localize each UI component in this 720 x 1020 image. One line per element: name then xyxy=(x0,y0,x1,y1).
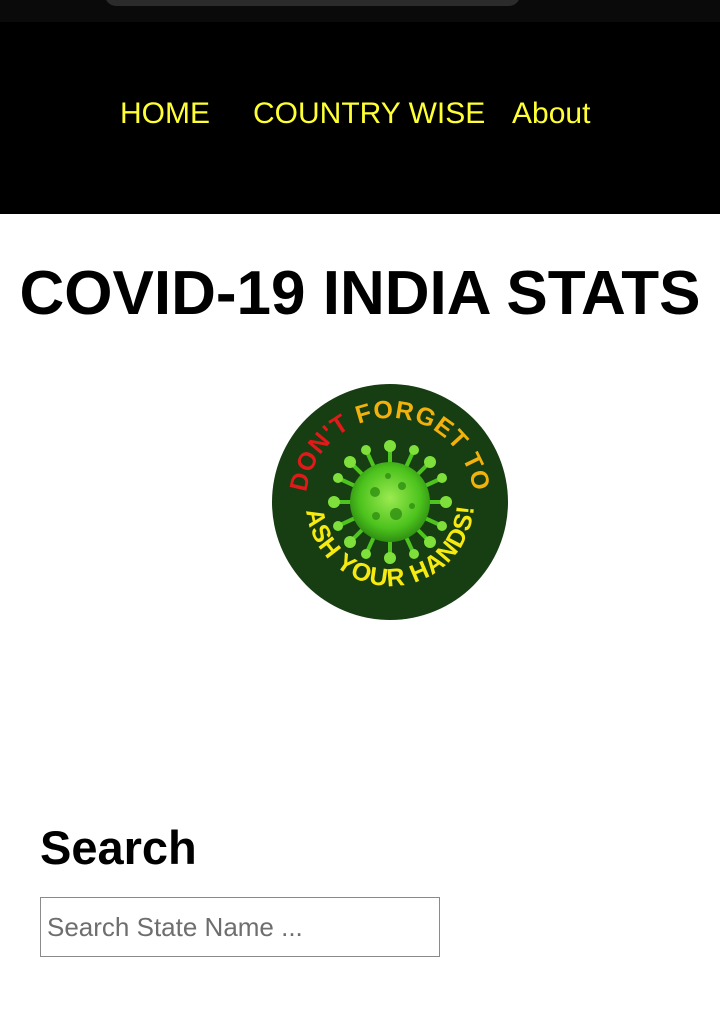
wash-hands-badge: DON'T FORGET TO WASH YOUR HANDS!!! xyxy=(258,360,510,622)
virus-icon xyxy=(328,440,452,564)
wash-hands-badge-image: DON'T FORGET TO WASH YOUR HANDS!!! xyxy=(258,360,508,620)
search-heading: Search xyxy=(40,821,197,874)
navbar: HOME COUNTRY WISE About xyxy=(0,22,720,214)
nav-link-home[interactable]: HOME xyxy=(120,96,210,132)
nav-link-about[interactable]: About xyxy=(512,96,590,132)
nav-link-country-wise[interactable]: COUNTRY WISE xyxy=(253,96,485,132)
search-input[interactable] xyxy=(40,897,440,957)
status-bar xyxy=(0,0,720,22)
page-title: COVID-19 INDIA STATS xyxy=(19,259,701,328)
status-pill xyxy=(105,0,520,6)
